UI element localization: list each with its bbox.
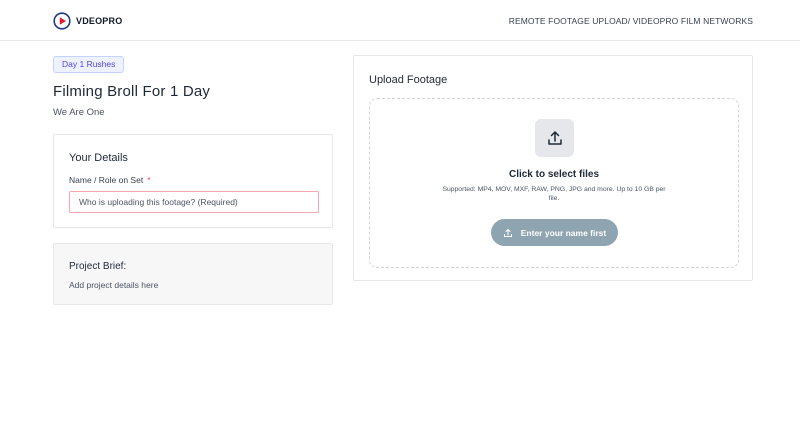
project-brief-card: Project Brief: Add project details here bbox=[53, 243, 333, 305]
click-to-select-text: Click to select files bbox=[508, 169, 600, 180]
brand-name: VDEOPRO bbox=[76, 16, 123, 26]
header-title: REMOTE FOOTAGE UPLOAD/ VIDEOPRO FILM NET… bbox=[508, 16, 753, 26]
upload-icon-box bbox=[535, 119, 574, 157]
your-details-card: Your Details Name / Role on Set * bbox=[53, 134, 333, 228]
brief-title: Project Brief: bbox=[69, 261, 127, 272]
brief-text: Add project details here bbox=[69, 280, 159, 290]
required-indicator: * bbox=[147, 175, 151, 185]
upload-footage-card: Upload Footage Click to select files Sup… bbox=[353, 55, 753, 281]
button-label: Enter your name first bbox=[520, 227, 607, 238]
play-circle-icon bbox=[53, 12, 71, 30]
name-role-label: Name / Role on Set * bbox=[69, 175, 151, 185]
name-role-input[interactable] bbox=[69, 191, 319, 213]
upload-icon bbox=[503, 228, 512, 237]
file-dropzone[interactable]: Click to select files Supported: MP4, MO… bbox=[369, 98, 739, 268]
supported-formats-text: Supported: MP4, MOV, MXF, RAW, PNG, JPG … bbox=[442, 186, 666, 202]
enter-name-first-button[interactable]: Enter your name first bbox=[491, 219, 618, 246]
project-badge: Day 1 Rushes bbox=[53, 56, 125, 73]
details-title: Your Details bbox=[69, 152, 128, 164]
project-subtitle: We Are One bbox=[53, 107, 105, 118]
project-title: Filming Broll For 1 Day bbox=[53, 83, 211, 100]
upload-title: Upload Footage bbox=[369, 74, 448, 86]
name-role-label-text: Name / Role on Set bbox=[69, 175, 144, 185]
brand[interactable]: VDEOPRO bbox=[53, 12, 122, 30]
app-header: VDEOPRO REMOTE FOOTAGE UPLOAD/ VIDEOPRO … bbox=[0, 0, 800, 41]
upload-arrow-icon bbox=[547, 131, 562, 145]
